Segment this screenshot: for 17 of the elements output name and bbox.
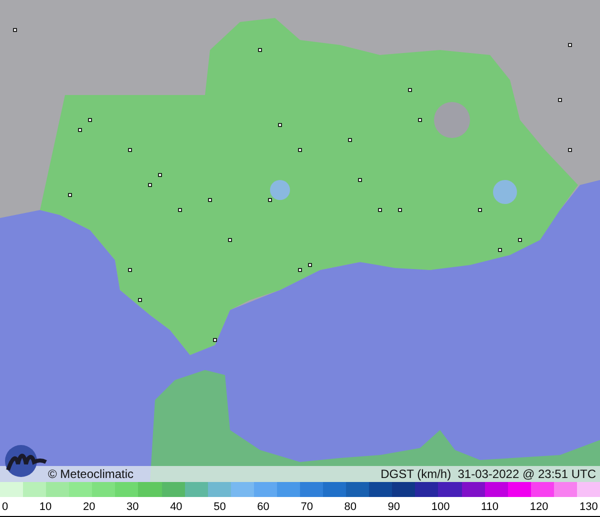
map-title: DGST (km/h) 31-03-2022 @ 23:51 UTC	[380, 467, 596, 481]
scale-tick-label: 20	[82, 500, 96, 512]
scale-tick-label: 70	[300, 500, 313, 512]
scale-tick-label: 30	[126, 500, 139, 512]
scale-tick-label: 100	[431, 500, 450, 512]
scale-tick-label: 60	[257, 500, 270, 512]
scale-tick-label: 0	[2, 500, 8, 512]
scale-tick-label: 110	[481, 500, 499, 512]
scale-tick-label: 90	[388, 500, 400, 512]
scale-tick-label: 50	[214, 500, 226, 512]
credit-text: © Meteoclimatic	[48, 467, 134, 481]
logo-icon	[4, 444, 48, 478]
scale-tick-label: 40	[170, 500, 182, 512]
scale-tick-label: 130	[580, 500, 598, 512]
scale-tick-label: 120	[530, 500, 548, 512]
scale-tick-label: 10	[39, 500, 52, 512]
scale-tick-label: 80	[344, 500, 356, 512]
